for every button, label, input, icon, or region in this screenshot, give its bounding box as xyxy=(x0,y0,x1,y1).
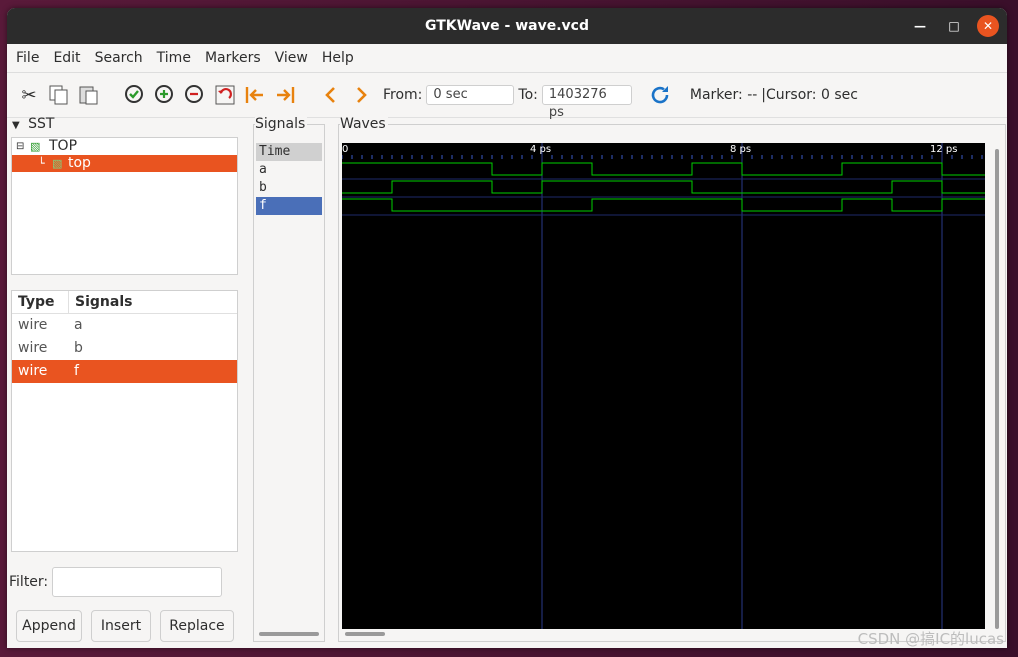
table-row[interactable]: wire b xyxy=(12,337,237,360)
menu-view[interactable]: View xyxy=(268,50,315,66)
replace-button[interactable]: Replace xyxy=(160,610,234,642)
time-label: 0 xyxy=(342,144,348,155)
toolbar: ✂ From: 0 sec To: 1403276 ps Marker: -- … xyxy=(7,73,1007,120)
action-buttons: Append Insert Replace xyxy=(16,610,243,642)
waves-pane-title: Waves xyxy=(340,116,388,132)
title-bar: GTKWave - wave.vcd — □ ✕ xyxy=(7,8,1007,44)
signal-item-b[interactable]: b xyxy=(256,179,322,197)
row-type: wire xyxy=(18,340,48,356)
tree-item-label: TOP xyxy=(49,138,78,154)
append-button[interactable]: Append xyxy=(16,610,82,642)
from-input[interactable]: 0 sec xyxy=(426,85,515,105)
time-label: 4 ps xyxy=(530,144,551,155)
signal-item-a[interactable]: a xyxy=(256,161,322,179)
waveform-svg: 0 4 ps 8 ps 12 ps xyxy=(342,143,985,629)
signal-item-f[interactable]: f xyxy=(256,197,322,215)
menu-time[interactable]: Time xyxy=(150,50,198,66)
module-icon: ▧ xyxy=(52,157,63,170)
zoom-fit-icon[interactable] xyxy=(121,81,149,109)
waves-pane: Waves 0 4 ps 8 ps 12 ps xyxy=(338,116,1006,642)
time-label: 12 ps xyxy=(930,144,957,155)
copy-icon[interactable] xyxy=(45,81,73,109)
marker-label: Marker: -- xyxy=(689,87,758,103)
menu-search[interactable]: Search xyxy=(88,50,150,66)
menu-markers[interactable]: Markers xyxy=(198,50,268,66)
hierarchy-icon: ▧ xyxy=(30,140,41,153)
maximize-icon[interactable]: □ xyxy=(943,15,965,37)
window-title: GTKWave - wave.vcd xyxy=(425,18,589,34)
window-controls: — □ ✕ xyxy=(897,8,999,44)
tree-item-label: top xyxy=(68,155,91,171)
cursor-label: Cursor: 0 sec xyxy=(766,87,858,103)
waveform-b xyxy=(342,180,985,194)
waveform-a xyxy=(342,162,985,176)
sst-tree[interactable]: ⊟ ▧ TOP └ ▧ top xyxy=(11,137,238,275)
table-row[interactable]: wire a xyxy=(12,314,237,337)
waves-vscrollbar[interactable] xyxy=(995,149,999,629)
to-label: To: xyxy=(518,87,538,103)
sst-header[interactable]: ▼ SST xyxy=(12,116,54,132)
paste-icon[interactable] xyxy=(75,81,103,109)
waves-hscrollbar[interactable] xyxy=(345,632,385,636)
insert-button[interactable]: Insert xyxy=(91,610,151,642)
zoom-start-icon[interactable] xyxy=(241,81,269,109)
sst-title: SST xyxy=(28,116,55,132)
menu-file[interactable]: File xyxy=(9,50,46,66)
waveform-f xyxy=(342,198,985,212)
collapse-icon[interactable]: ⊟ xyxy=(16,138,24,155)
menu-edit[interactable]: Edit xyxy=(46,50,87,66)
to-input[interactable]: 1403276 ps xyxy=(541,85,632,120)
next-icon[interactable] xyxy=(347,81,375,109)
column-signals[interactable]: Signals xyxy=(69,291,132,313)
time-label: 8 ps xyxy=(730,144,751,155)
signals-hscrollbar[interactable] xyxy=(259,632,319,636)
waveform-canvas[interactable]: 0 4 ps 8 ps 12 ps xyxy=(342,143,985,629)
waves-frame: 0 4 ps 8 ps 12 ps xyxy=(338,124,1006,642)
zoom-undo-icon[interactable] xyxy=(211,81,239,109)
main-area: ▼ SST ⊟ ▧ TOP └ ▧ top Type Signals wire … xyxy=(7,116,1007,648)
zoom-end-icon[interactable] xyxy=(271,81,299,109)
zoom-in-icon[interactable] xyxy=(151,81,179,109)
filter-label: Filter: xyxy=(9,574,49,590)
filter-input[interactable] xyxy=(52,567,223,597)
menu-help[interactable]: Help xyxy=(315,50,361,66)
column-type[interactable]: Type xyxy=(12,291,69,313)
tree-item-top-selected[interactable]: └ ▧ top xyxy=(12,155,237,172)
signals-frame: Time a b f xyxy=(253,124,325,642)
row-signal: f xyxy=(74,363,79,379)
gtkwave-window: GTKWave - wave.vcd — □ ✕ File Edit Searc… xyxy=(7,8,1007,648)
menu-bar: File Edit Search Time Markers View Help xyxy=(7,44,1007,73)
cut-icon[interactable]: ✂ xyxy=(15,81,43,109)
row-type: wire xyxy=(18,363,48,379)
signals-list: Time a b f xyxy=(256,143,322,215)
row-type: wire xyxy=(18,317,48,333)
close-icon[interactable]: ✕ xyxy=(977,15,999,37)
tree-item-top-root[interactable]: ⊟ ▧ TOP xyxy=(12,138,237,155)
table-row[interactable]: wire f xyxy=(12,360,237,383)
signals-table-header: Type Signals xyxy=(12,291,237,314)
row-signal: a xyxy=(74,317,83,333)
signals-table: Type Signals wire a wire b wire f xyxy=(11,290,238,552)
filter-row: Filter: xyxy=(9,567,223,597)
signals-pane-title: Signals xyxy=(255,116,308,132)
hierarchy-icon: └ xyxy=(38,157,45,170)
zoom-out-icon[interactable] xyxy=(181,81,209,109)
triangle-down-icon: ▼ xyxy=(12,120,20,131)
reload-icon[interactable] xyxy=(646,81,674,109)
from-label: From: xyxy=(383,87,423,103)
signals-pane: Signals Time a b f xyxy=(253,116,325,642)
row-signal: b xyxy=(74,340,83,356)
minimize-icon[interactable]: — xyxy=(909,15,931,37)
previous-icon[interactable] xyxy=(317,81,345,109)
signal-item-time[interactable]: Time xyxy=(256,143,322,161)
watermark: CSDN @搞IC的lucas xyxy=(857,630,1004,648)
